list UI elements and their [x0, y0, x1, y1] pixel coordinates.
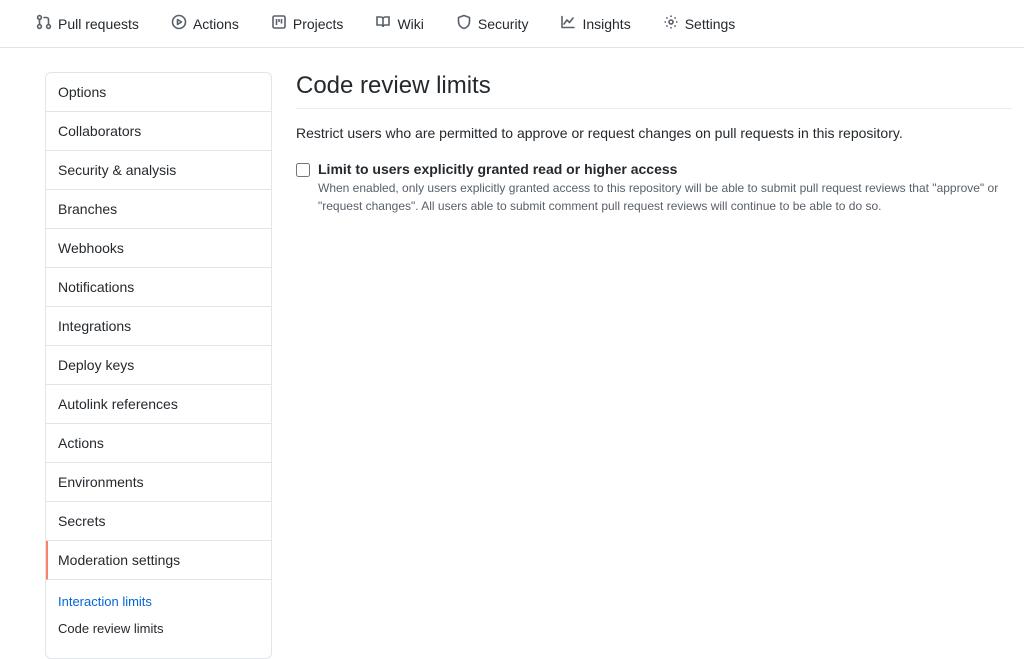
sidebar-item-moderation-settings[interactable]: Moderation settings	[46, 541, 271, 580]
page-title: Code review limits	[296, 72, 1012, 109]
pull-request-icon	[36, 14, 52, 33]
graph-icon	[560, 14, 576, 33]
main-content: Code review limits Restrict users who ar…	[296, 72, 1024, 659]
project-icon	[271, 14, 287, 33]
nav-actions[interactable]: Actions	[159, 6, 251, 41]
sidebar-item-environments[interactable]: Environments	[46, 463, 271, 502]
nav-label: Settings	[685, 16, 736, 32]
nav-label: Pull requests	[58, 16, 139, 32]
sidebar-subnav: Interaction limits Code review limits	[46, 580, 271, 658]
sidebar-item-options[interactable]: Options	[46, 73, 271, 112]
gear-icon	[663, 14, 679, 33]
limit-users-checkbox[interactable]	[296, 163, 310, 177]
checkbox-note: When enabled, only users explicitly gran…	[318, 179, 1012, 215]
checkbox-content: Limit to users explicitly granted read o…	[318, 161, 1012, 215]
nav-label: Projects	[293, 16, 344, 32]
nav-label: Security	[478, 16, 529, 32]
play-circle-icon	[171, 14, 187, 33]
nav-projects[interactable]: Projects	[259, 6, 356, 41]
sidebar-item-security-analysis[interactable]: Security & analysis	[46, 151, 271, 190]
repo-nav: Pull requests Actions Projects Wiki Secu…	[0, 0, 1024, 48]
sidebar-item-secrets[interactable]: Secrets	[46, 502, 271, 541]
limit-users-setting: Limit to users explicitly granted read o…	[296, 161, 1012, 215]
sidebar-item-deploy-keys[interactable]: Deploy keys	[46, 346, 271, 385]
settings-sidebar: Options Collaborators Security & analysi…	[45, 72, 272, 659]
nav-security[interactable]: Security	[444, 6, 541, 41]
nav-label: Insights	[582, 16, 630, 32]
nav-wiki[interactable]: Wiki	[363, 6, 435, 41]
sidebar-item-actions[interactable]: Actions	[46, 424, 271, 463]
nav-pull-requests[interactable]: Pull requests	[24, 6, 151, 41]
nav-label: Actions	[193, 16, 239, 32]
sidebar-item-webhooks[interactable]: Webhooks	[46, 229, 271, 268]
sidebar-item-autolink-references[interactable]: Autolink references	[46, 385, 271, 424]
subnav-interaction-limits[interactable]: Interaction limits	[46, 588, 271, 615]
sidebar-item-integrations[interactable]: Integrations	[46, 307, 271, 346]
nav-insights[interactable]: Insights	[548, 6, 642, 41]
shield-icon	[456, 14, 472, 33]
page-description: Restrict users who are permitted to appr…	[296, 125, 1012, 141]
nav-label: Wiki	[397, 16, 423, 32]
sidebar-item-branches[interactable]: Branches	[46, 190, 271, 229]
sidebar-item-collaborators[interactable]: Collaborators	[46, 112, 271, 151]
nav-settings[interactable]: Settings	[651, 6, 748, 41]
subnav-code-review-limits[interactable]: Code review limits	[46, 615, 271, 642]
sidebar-item-notifications[interactable]: Notifications	[46, 268, 271, 307]
book-icon	[375, 14, 391, 33]
checkbox-label: Limit to users explicitly granted read o…	[318, 161, 1012, 177]
